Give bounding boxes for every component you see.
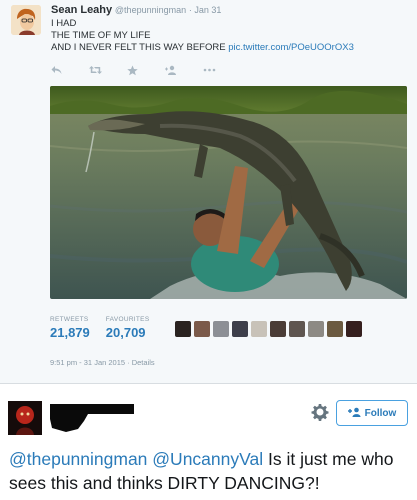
author-screen-name[interactable]: @thepunningman: [115, 5, 186, 15]
favoriter-avatar[interactable]: [213, 321, 229, 337]
retweets-count: 21,879: [50, 325, 90, 340]
tweet-line-3-text: AND I NEVER FELT THIS WAY BEFORE: [51, 42, 226, 53]
redacted-name-block: [48, 401, 138, 438]
favorite-icon[interactable]: [127, 63, 165, 77]
reply-mention-1[interactable]: @thepunningman: [9, 449, 147, 469]
favoriter-avatar[interactable]: [327, 321, 343, 337]
follow-icon[interactable]: [165, 63, 203, 77]
tweet-actions: [51, 63, 241, 77]
retweets-stat[interactable]: RETWEETS 21,879: [50, 316, 90, 340]
favoriter-avatar[interactable]: [232, 321, 248, 337]
tweet-text: I HAD THE TIME OF MY LIFE AND I NEVER FE…: [51, 18, 354, 54]
favoriter-avatar[interactable]: [175, 321, 191, 337]
favoriter-avatar[interactable]: [346, 321, 362, 337]
favoriter-avatar[interactable]: [251, 321, 267, 337]
favorites-label: FAVOURITES: [105, 316, 150, 323]
favoriter-avatar[interactable]: [270, 321, 286, 337]
tweet-divider: [0, 383, 417, 384]
more-icon[interactable]: [203, 63, 241, 77]
gear-icon[interactable]: [311, 403, 329, 421]
retweets-label: RETWEETS: [50, 316, 89, 323]
reply-mention-2[interactable]: @UncannyVal: [152, 449, 263, 469]
tweet-stats: RETWEETS 21,879 FAVOURITES 20,709: [50, 316, 165, 340]
favoriter-avatar[interactable]: [194, 321, 210, 337]
retweet-icon[interactable]: [89, 63, 127, 77]
tweet-timestamp[interactable]: 9:51 pm - 31 Jan 2015 · Details: [50, 358, 155, 367]
author-line: Sean Leahy @thepunningman · Jan 31: [51, 4, 221, 16]
favoriter-avatars: [175, 321, 362, 337]
tweet-photo[interactable]: [50, 86, 407, 299]
original-tweet: Sean Leahy @thepunningman · Jan 31 I HAD…: [0, 0, 417, 383]
author-display-name[interactable]: Sean Leahy: [51, 4, 112, 16]
tweet-line-1: I HAD: [51, 18, 77, 29]
favoriter-avatar[interactable]: [289, 321, 305, 337]
author-avatar[interactable]: [11, 5, 41, 35]
follow-button-label: Follow: [364, 407, 397, 419]
tweet-date[interactable]: · Jan 31: [189, 5, 222, 15]
favorites-stat[interactable]: FAVOURITES 20,709: [106, 316, 150, 340]
reply-avatar[interactable]: [8, 401, 42, 435]
reply-icon[interactable]: [51, 63, 89, 77]
favoriter-avatar[interactable]: [308, 321, 324, 337]
tweet-line-2: THE TIME OF MY LIFE: [51, 30, 151, 41]
follow-button[interactable]: Follow: [336, 400, 408, 426]
favorites-count: 20,709: [105, 325, 146, 340]
tweet-line-3: AND I NEVER FELT THIS WAY BEFORE pic.twi…: [51, 42, 354, 54]
add-user-icon: [347, 407, 361, 420]
reply-text: @thepunningman @UncannyVal Is it just me…: [9, 447, 413, 495]
tweet-media-link[interactable]: pic.twitter.com/POeUOOrOX3: [228, 42, 354, 53]
